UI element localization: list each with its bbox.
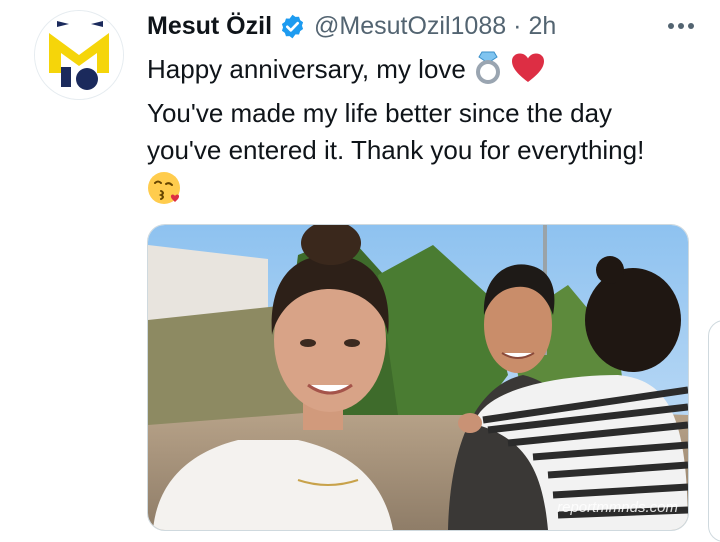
ring-icon — [473, 50, 503, 95]
more-options-icon[interactable] — [662, 14, 700, 38]
tweet-line-1: Happy anniversary, my love — [147, 54, 466, 84]
author-handle[interactable]: @MesutOzil1088 — [314, 12, 506, 41]
tweet-header: Mesut Özil @MesutOzil1088 · 2h — [147, 8, 700, 44]
avatar[interactable] — [34, 10, 124, 100]
anniversary-photo — [148, 225, 688, 530]
tweet-text: Happy anniversary, my love You've made m… — [147, 50, 707, 216]
kissing-face-icon — [147, 170, 183, 217]
tweet-line-2: You've made my life better since the day — [147, 97, 613, 128]
tweet-line-3: you've entered it. Thank you for everyth… — [147, 135, 645, 165]
media-watermark: reportmmnds.com — [557, 499, 678, 516]
tweet-media-photo[interactable]: reportmmnds.com — [147, 224, 689, 531]
m10-logo-icon — [35, 11, 123, 99]
verified-badge-icon — [279, 13, 306, 40]
red-heart-icon — [510, 52, 546, 95]
adjacent-card-edge — [708, 320, 720, 542]
author-display-name[interactable]: Mesut Özil — [147, 12, 272, 41]
separator-dot: · — [513, 11, 522, 40]
timestamp[interactable]: 2h — [528, 12, 556, 41]
